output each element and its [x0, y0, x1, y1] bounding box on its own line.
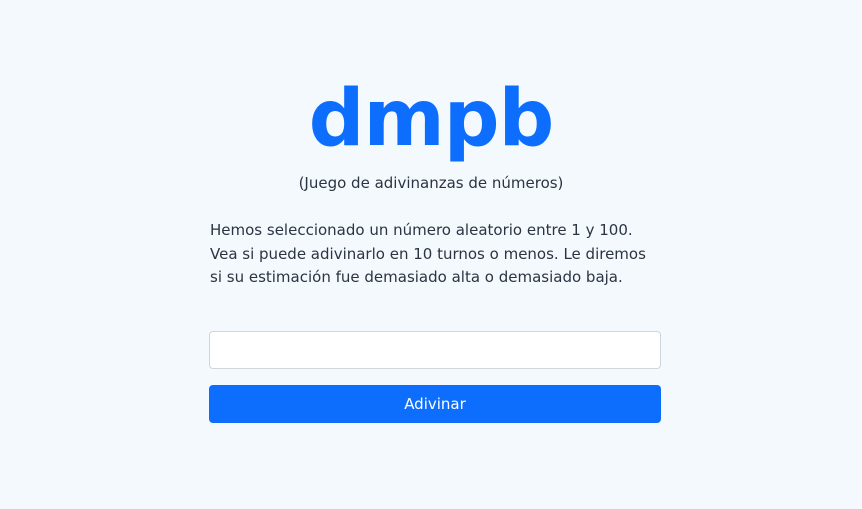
site-logo: dmpb [308, 74, 555, 164]
page-subtitle: (Juego de adivinanzas de números) [298, 174, 564, 192]
game-instructions: Hemos seleccionado un número aleatorio e… [210, 221, 646, 286]
logo-container: dmpb [0, 80, 862, 158]
guess-input[interactable] [209, 331, 661, 369]
guess-button[interactable]: Adivinar [209, 385, 661, 423]
